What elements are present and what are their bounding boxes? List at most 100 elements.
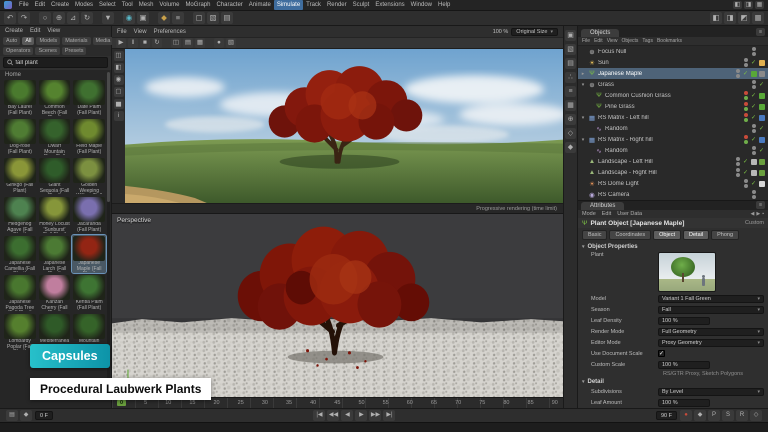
tag-icon[interactable]	[759, 181, 765, 187]
info-icon[interactable]: i	[114, 111, 124, 121]
attr-tab-object[interactable]: Object	[653, 230, 681, 240]
asset-item[interactable]: Jacaranda (Fall Plant)	[72, 196, 106, 234]
visibility-dots[interactable]	[744, 179, 748, 188]
tab-objects[interactable]: Objects	[581, 29, 619, 37]
menu-file[interactable]: File	[16, 0, 32, 10]
asset-item[interactable]: Japanese Pagoda Tree (Fall Plant)	[3, 274, 37, 312]
timeline-mode-icon[interactable]: ▤	[6, 410, 18, 421]
property-dropdown[interactable]: Variant 1 Fall Green▾	[658, 295, 764, 303]
object-row[interactable]: ▾▦RS Matrix - Left hill✓	[578, 112, 768, 123]
menu-select[interactable]: Select	[96, 0, 119, 10]
color-picker-icon[interactable]: ◉	[114, 75, 124, 85]
plant-preview-thumbnail[interactable]	[658, 252, 716, 292]
history-back-icon[interactable]: ◀	[751, 211, 755, 217]
visibility-dots[interactable]	[744, 113, 748, 122]
model-mode-icon[interactable]: ▢	[193, 12, 205, 24]
snapshot-icon[interactable]: ◫	[114, 51, 124, 61]
om-menu-file[interactable]: File	[582, 38, 590, 44]
section-detail[interactable]: ▾ Detail	[578, 377, 768, 386]
visibility-dots[interactable]	[752, 146, 756, 155]
asset-item[interactable]: Field Maple (Fall Plant)	[72, 118, 106, 156]
om-menu-edit[interactable]: Edit	[594, 38, 603, 44]
property-number-field[interactable]: 100 %	[658, 317, 710, 325]
layout-grid-icon[interactable]: ▦	[752, 12, 764, 24]
visibility-dots[interactable]	[736, 69, 740, 78]
object-row[interactable]: ΨPine Grass✓	[578, 101, 768, 112]
attr-mode-mode[interactable]: Mode	[582, 211, 596, 217]
play-icon[interactable]: ▶	[355, 410, 367, 421]
enabled-check[interactable]: ✓	[750, 103, 757, 110]
object-row[interactable]: ΨCommon Cushion Grass✓	[578, 90, 768, 101]
attr-tab-basic[interactable]: Basic	[582, 230, 607, 240]
aov-icon[interactable]: ▧	[226, 38, 236, 48]
timeline-tick[interactable]: 45	[334, 400, 340, 406]
om-menu-objects[interactable]: Objects	[621, 38, 638, 44]
keys-view-icon[interactable]: ◆	[20, 410, 32, 421]
panel-icon[interactable]: ◨	[744, 1, 753, 9]
new-material-icon[interactable]: ◆	[158, 12, 170, 24]
scale-tool-icon[interactable]: ⊿	[67, 12, 79, 24]
workplane-icon[interactable]: ▤	[221, 12, 233, 24]
expand-icon[interactable]: ▾	[580, 115, 586, 121]
snap-icon[interactable]: ◇	[565, 128, 576, 139]
timeline-tick[interactable]: 10	[165, 400, 171, 406]
object-row[interactable]: ◉RS Camera	[578, 189, 768, 200]
enabled-check[interactable]: ✓	[742, 70, 749, 77]
asset-item[interactable]: Ginkgo (Fall Plant)	[3, 157, 37, 195]
timeline-tick[interactable]: 60	[407, 400, 413, 406]
asset-item[interactable]: Dwarf Mountain Pine (Fall Plant)	[38, 118, 72, 156]
object-row[interactable]: ▾⊕Grass✓	[578, 79, 768, 90]
property-dropdown[interactable]: Proxy Geometry▾	[658, 339, 764, 347]
asset-item[interactable]: Bay Laurel (Fall Plant)	[3, 79, 37, 117]
attr-mode-user-data[interactable]: User Data	[617, 211, 642, 217]
layout-split-right-icon[interactable]: ◨	[724, 12, 736, 24]
layout-icon[interactable]: ◧	[733, 1, 742, 9]
breadcrumb[interactable]: Home	[0, 70, 111, 79]
timeline-tick[interactable]: 35	[286, 400, 292, 406]
timeline-tick[interactable]: 5	[144, 400, 147, 406]
enabled-check[interactable]: ✓	[750, 180, 757, 187]
property-number-field[interactable]: 100 %	[658, 399, 710, 407]
enabled-check[interactable]: ✓	[742, 158, 749, 165]
object-row[interactable]: ☀RS Dome Light✓	[578, 178, 768, 189]
visibility-dots[interactable]	[744, 135, 748, 144]
zoom-mode-dropdown[interactable]: Original Size ▾	[511, 28, 558, 36]
attr-tab-detail[interactable]: Detail	[683, 230, 709, 240]
move-tool-icon[interactable]: ⊕	[53, 12, 65, 24]
asset-item[interactable]: Golden Weeping Willow (Fall Plant)	[72, 157, 106, 195]
zoom-level[interactable]: 100 %	[493, 29, 509, 35]
menu-mesh[interactable]: Mesh	[136, 0, 157, 10]
menu-track[interactable]: Track	[303, 0, 324, 10]
timeline-tick[interactable]: 75	[479, 400, 485, 406]
asset-item[interactable]: Honey Locust 'Sunburst' (Fall Plant)	[38, 196, 72, 234]
menu-volume[interactable]: Volume	[156, 0, 182, 10]
menu-animate[interactable]: Animate	[246, 0, 274, 10]
filter-tab-scenes[interactable]: Scenes	[35, 47, 59, 55]
visibility-dots[interactable]	[752, 80, 756, 89]
visibility-dots[interactable]	[736, 157, 740, 166]
render-view-icon[interactable]: ◉	[123, 12, 135, 24]
viewport-label[interactable]: Perspective	[117, 217, 151, 224]
parameter-key-icon[interactable]: ◇	[750, 410, 762, 421]
asset-menu-view[interactable]: View	[47, 28, 60, 34]
texture-mode-icon[interactable]: ▧	[565, 44, 576, 55]
asset-item[interactable]: Dog-rose (Fall Plant)	[3, 118, 37, 156]
previous-key-icon[interactable]: ◀◀	[327, 410, 339, 421]
asset-item[interactable]: Hedgehog Agave (Fall Plant)	[3, 196, 37, 234]
tag-icon[interactable]	[751, 159, 757, 165]
attr-tab-phong[interactable]: Phong	[711, 230, 739, 240]
timeline-tick[interactable]: 85	[528, 400, 534, 406]
om-menu-tags[interactable]: Tags	[642, 38, 653, 44]
menu-character[interactable]: Character	[213, 0, 245, 10]
timeline-tick[interactable]: 90	[552, 400, 558, 406]
custom-label[interactable]: Custom	[745, 220, 764, 226]
end-frame-field[interactable]: 90 F	[656, 411, 677, 420]
visibility-dots[interactable]	[752, 190, 756, 199]
visibility-dots[interactable]	[752, 47, 756, 56]
start-frame-field[interactable]: 0 F	[35, 411, 53, 420]
visibility-dots[interactable]	[744, 102, 748, 111]
tag-icon[interactable]	[759, 137, 765, 143]
proxy-note[interactable]: RS/GTR Proxy, Sketch Polygons	[578, 370, 768, 377]
edges-mode-icon[interactable]: ≡	[565, 86, 576, 97]
filter-tab-media[interactable]: Media	[93, 37, 114, 45]
